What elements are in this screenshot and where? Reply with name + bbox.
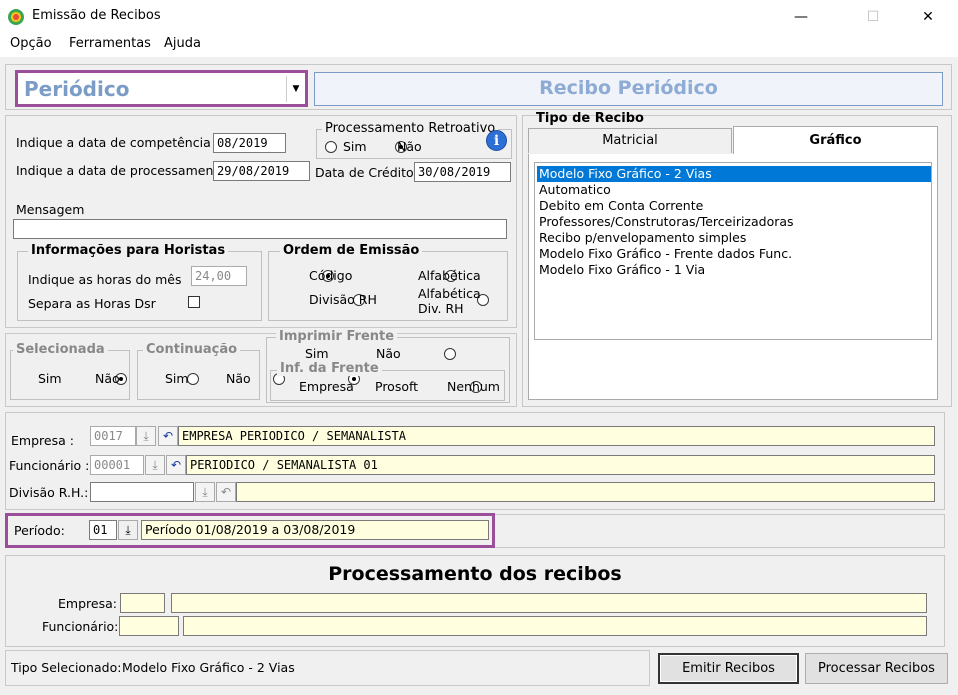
mensagem-input[interactable] — [13, 219, 507, 239]
ordem-alfa-div-label-2: Div. RH — [418, 301, 464, 316]
tipo-selecionado-label: Tipo Selecionado: — [11, 660, 122, 675]
menu-ajuda[interactable]: Ajuda — [164, 36, 201, 51]
download-icon[interactable]: ⤓ — [145, 455, 165, 475]
periodo-label: Período: — [14, 523, 65, 538]
list-item[interactable]: Debito em Conta Corrente — [537, 198, 931, 214]
imprimir-frente-title: Imprimir Frente — [276, 330, 398, 344]
selecionada-title: Selecionada — [13, 343, 108, 357]
processamento-input[interactable]: 29/08/2019 — [213, 161, 310, 181]
processar-recibos-button[interactable]: Processar Recibos — [805, 653, 948, 684]
inf-empresa-label: Empresa — [299, 379, 354, 394]
tab-grafico[interactable]: Gráfico — [733, 126, 938, 155]
window-title: Emissão de Recibos — [32, 8, 161, 23]
proc-empresa-code — [120, 593, 165, 613]
processamento-title: Processamento dos recibos — [328, 563, 622, 585]
divisao-code-input[interactable] — [90, 482, 194, 502]
ordem-title: Ordem de Emissão — [280, 244, 423, 258]
selecionada-nao-label: Não — [95, 371, 120, 386]
competencia-input[interactable]: 08/2019 — [213, 133, 286, 153]
empresa-code-input[interactable]: 0017 — [90, 426, 136, 446]
tab-matricial[interactable]: Matricial — [528, 128, 732, 153]
funcionario-code-input[interactable]: 00001 — [90, 455, 144, 475]
info-icon[interactable]: i — [486, 130, 507, 151]
dsr-checkbox[interactable] — [188, 296, 200, 308]
ordem-alfa-div-label-1: Alfabética — [418, 286, 481, 301]
ordem-divisao-label: Divisão RH — [309, 292, 377, 307]
proc-funcionario-name — [183, 616, 927, 636]
download-icon[interactable]: ⤓ — [136, 426, 156, 446]
competencia-label: Indique a data de competência — [16, 135, 211, 150]
empresa-name-field: EMPRESA PERIODICO / SEMANALISTA — [178, 426, 935, 446]
list-item[interactable]: Professores/Construtoras/Terceirizadoras — [537, 214, 931, 230]
divisao-label: Divisão R.H.: — [9, 485, 89, 500]
horas-label: Indique as horas do mês — [28, 272, 182, 287]
tipo-recibo-title: Tipo de Recibo — [536, 111, 644, 126]
list-item[interactable]: Automatico — [537, 182, 931, 198]
ordem-codigo-label: Código — [309, 268, 353, 283]
funcionario-label: Funcionário : — [9, 458, 90, 473]
divisao-name-field — [236, 482, 935, 502]
tipo-recibo-list[interactable]: Modelo Fixo Gráfico - 2 Vias Automatico … — [534, 162, 932, 340]
retroativo-title: Processamento Retroativo — [322, 122, 499, 136]
empresa-label: Empresa : — [11, 433, 74, 448]
inf-prosoft-label: Prosoft — [375, 379, 419, 394]
retroativo-sim-radio[interactable] — [325, 141, 337, 153]
menu-opcao[interactable]: Opção — [10, 36, 52, 51]
retroativo-sim-label: Sim — [343, 139, 367, 154]
undo-icon[interactable]: ↶ — [216, 482, 236, 502]
menu-ferramentas[interactable]: Ferramentas — [69, 36, 151, 51]
credito-label: Data de Crédito — [315, 165, 414, 180]
processamento-label: Indique a data de processamento — [16, 163, 226, 178]
selecionada-sim-label: Sim — [38, 371, 62, 386]
imprimir-sim-label: Sim — [305, 346, 329, 361]
proc-funcionario-code — [119, 616, 179, 636]
continuacao-nao-label: Não — [226, 371, 251, 386]
undo-icon[interactable]: ↶ — [166, 455, 186, 475]
periodo-code-input[interactable]: 01 — [89, 520, 117, 540]
close-button[interactable]: ✕ — [905, 0, 951, 33]
tipo-selecionado-value: Modelo Fixo Gráfico - 2 Vias — [122, 660, 295, 675]
list-item[interactable]: Recibo p/envelopamento simples — [537, 230, 931, 246]
horas-input[interactable]: 24,00 — [191, 266, 247, 286]
recibo-header: Recibo Periódico — [314, 72, 943, 106]
retroativo-nao-label: Não — [397, 139, 422, 154]
download-icon[interactable]: ⤓ — [195, 482, 215, 502]
inf-nenhum-label: Nenhum — [447, 379, 500, 394]
funcionario-name-field: PERIODICO / SEMANALISTA 01 — [186, 455, 935, 475]
imprimir-nao-label: Não — [376, 346, 401, 361]
maximize-button[interactable]: ☐ — [850, 0, 896, 33]
list-item[interactable]: Modelo Fixo Gráfico - 1 Via — [537, 262, 931, 278]
download-icon[interactable]: ⤓ — [118, 520, 138, 540]
dsr-label: Separa as Horas Dsr — [28, 296, 156, 311]
horistas-title: Informações para Horistas — [28, 244, 229, 258]
undo-icon[interactable]: ↶ — [158, 426, 178, 446]
list-item[interactable]: Modelo Fixo Gráfico - Frente dados Func. — [537, 246, 931, 262]
proc-funcionario-label: Funcionário: — [42, 619, 119, 634]
app-icon — [8, 9, 24, 25]
continuacao-sim-label: Sim — [165, 371, 189, 386]
inf-frente-title: Inf. da Frente — [277, 362, 382, 376]
mensagem-label: Mensagem — [16, 202, 85, 217]
emitir-recibos-button[interactable]: Emitir Recibos — [658, 653, 799, 684]
proc-empresa-label: Empresa: — [58, 596, 117, 611]
tipo-combo-value[interactable]: Periódico — [24, 77, 129, 101]
credito-input[interactable]: 30/08/2019 — [414, 162, 511, 182]
minimize-button[interactable]: — — [778, 0, 824, 33]
periodo-text-field: Período 01/08/2019 a 03/08/2019 — [141, 520, 489, 540]
chevron-down-icon[interactable]: ▼ — [286, 76, 305, 102]
ordem-alfabetica-label: Alfabética — [418, 268, 481, 283]
list-item[interactable]: Modelo Fixo Gráfico - 2 Vias — [537, 166, 931, 182]
proc-empresa-name — [171, 593, 927, 613]
continuacao-title: Continuação — [143, 343, 241, 357]
